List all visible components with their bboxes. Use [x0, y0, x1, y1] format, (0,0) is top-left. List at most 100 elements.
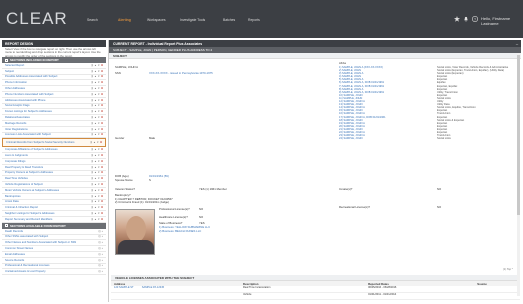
- view-icon[interactable]: (i): [91, 122, 93, 125]
- move-up-icon[interactable]: ▲: [94, 171, 96, 174]
- move-down-icon[interactable]: ▼: [98, 110, 100, 113]
- move-down-icon[interactable]: ▼: [98, 183, 100, 186]
- move-up-icon[interactable]: ▲: [94, 116, 96, 119]
- move-down-icon[interactable]: ▼: [98, 70, 100, 73]
- view-icon[interactable]: (i): [91, 104, 93, 107]
- remove-icon[interactable]: ✖: [101, 154, 103, 157]
- move-up-icon[interactable]: ▲: [94, 122, 96, 125]
- add-section-control[interactable]: (i) +: [98, 230, 103, 233]
- nav-alerting[interactable]: Alerting: [118, 18, 131, 22]
- reorder-controls[interactable]: (i) ▲ ▼ ✖: [91, 104, 103, 107]
- add-icon[interactable]: +: [102, 253, 103, 256]
- move-up-icon[interactable]: ▲: [94, 133, 96, 136]
- help-icon[interactable]: ?: [472, 16, 478, 22]
- move-up-icon[interactable]: ▲: [94, 70, 96, 73]
- view-icon[interactable]: (i): [98, 264, 100, 267]
- add-icon[interactable]: +: [102, 270, 103, 273]
- reorder-controls[interactable]: (i) ▲ ▼ ✖: [91, 171, 103, 174]
- reorder-controls[interactable]: (i) ▲ ▼ ✖: [91, 122, 103, 125]
- reorder-controls[interactable]: (i) ▲ ▼ ✖: [91, 177, 103, 180]
- move-up-icon[interactable]: ▲: [94, 128, 96, 131]
- view-icon[interactable]: (i): [91, 160, 93, 163]
- add-icon[interactable]: +: [102, 247, 103, 250]
- remove-icon[interactable]: ✖: [101, 122, 103, 125]
- reorder-controls[interactable]: (i) ▲ ▼ ✖: [91, 148, 103, 151]
- view-icon[interactable]: (i): [91, 133, 93, 136]
- view-icon[interactable]: (i): [91, 171, 93, 174]
- remove-icon[interactable]: ✖: [101, 116, 103, 119]
- remove-icon[interactable]: ✖: [101, 70, 103, 73]
- add-section-control[interactable]: (i) +: [98, 253, 103, 256]
- available-section-item[interactable]: Unclaimed Assets & Lost Property (i) +: [2, 269, 106, 276]
- view-icon[interactable]: (i): [91, 99, 93, 102]
- remove-icon[interactable]: ✖: [101, 104, 103, 107]
- nav-investigate-tools[interactable]: Investigate Tools: [180, 18, 205, 22]
- reorder-controls[interactable]: (i) ▲ ▼ ✖: [91, 116, 103, 119]
- move-down-icon[interactable]: ▼: [98, 206, 100, 209]
- view-icon[interactable]: (i): [98, 247, 100, 250]
- reorder-controls[interactable]: (i) ▲ ▼ ✖: [91, 64, 103, 67]
- view-icon[interactable]: (i): [91, 177, 93, 180]
- reorder-controls[interactable]: (i) ▲ ▼ ✖: [90, 141, 102, 144]
- remove-icon[interactable]: ✖: [101, 189, 103, 192]
- move-down-icon[interactable]: ▼: [98, 177, 100, 180]
- star-icon[interactable]: [454, 16, 460, 22]
- move-up-icon[interactable]: ▲: [94, 212, 96, 215]
- view-icon[interactable]: (i): [91, 212, 93, 215]
- move-up-icon[interactable]: ▲: [94, 166, 96, 169]
- view-icon[interactable]: (i): [91, 70, 93, 73]
- view-icon[interactable]: (i): [91, 128, 93, 131]
- reorder-controls[interactable]: (i) ▲ ▼ ✖: [91, 75, 103, 78]
- remove-icon[interactable]: ✖: [101, 195, 103, 198]
- add-section-control[interactable]: (i) +: [98, 270, 103, 273]
- reorder-controls[interactable]: (i) ▲ ▼ ✖: [91, 154, 103, 157]
- move-up-icon[interactable]: ▲: [94, 75, 96, 78]
- reorder-controls[interactable]: (i) ▲ ▼ ✖: [91, 128, 103, 131]
- reorder-controls[interactable]: (i) ▲ ▼ ✖: [91, 212, 103, 215]
- move-up-icon[interactable]: ▲: [94, 110, 96, 113]
- move-down-icon[interactable]: ▼: [98, 116, 100, 119]
- move-up-icon[interactable]: ▲: [94, 189, 96, 192]
- business-line-2[interactable]: 2) Business: BEACH DUNES LLC: [159, 229, 201, 233]
- main-scrollbar[interactable]: [517, 53, 520, 296]
- move-down-icon[interactable]: ▼: [98, 93, 100, 96]
- remove-icon[interactable]: ✖: [101, 160, 103, 163]
- remove-icon[interactable]: ✖: [101, 64, 103, 67]
- remove-icon[interactable]: ✖: [101, 93, 103, 96]
- remove-icon[interactable]: ✖: [101, 166, 103, 169]
- nav-workspaces[interactable]: Workspaces: [147, 18, 166, 22]
- clear-logo[interactable]: CLEAR: [6, 9, 68, 29]
- view-icon[interactable]: (i): [91, 64, 93, 67]
- move-down-icon[interactable]: ▼: [98, 75, 100, 78]
- move-down-icon[interactable]: ▼: [98, 200, 100, 203]
- remove-icon[interactable]: ✖: [101, 110, 103, 113]
- move-down-icon[interactable]: ▼: [98, 154, 100, 157]
- add-icon[interactable]: +: [102, 259, 103, 262]
- collapse-icon[interactable]: –: [515, 41, 519, 46]
- add-icon[interactable]: +: [102, 264, 103, 267]
- reorder-controls[interactable]: (i) ▲ ▼ ✖: [91, 70, 103, 73]
- add-section-control[interactable]: (i) +: [98, 235, 103, 238]
- move-down-icon[interactable]: ▼: [97, 141, 99, 144]
- add-section-control[interactable]: (i) +: [98, 259, 103, 262]
- remove-icon[interactable]: ✖: [101, 183, 103, 186]
- view-icon[interactable]: (i): [91, 166, 93, 169]
- table-cell[interactable]: 123 SAMPLE ST: [114, 286, 142, 291]
- move-up-icon[interactable]: ▲: [94, 99, 96, 102]
- reorder-controls[interactable]: (i) ▲ ▼ ✖: [91, 189, 103, 192]
- view-icon[interactable]: (i): [98, 230, 100, 233]
- move-down-icon[interactable]: ▼: [98, 148, 100, 151]
- move-down-icon[interactable]: ▼: [98, 166, 100, 169]
- reorder-controls[interactable]: (i) ▲ ▼ ✖: [91, 218, 103, 221]
- move-up-icon[interactable]: ▲: [94, 206, 96, 209]
- view-icon[interactable]: (i): [91, 75, 93, 78]
- user-greeting[interactable]: Hello, Firstname Lastname: [481, 16, 523, 26]
- reorder-controls[interactable]: (i) ▲ ▼ ✖: [91, 206, 103, 209]
- view-icon[interactable]: (i): [91, 200, 93, 203]
- view-icon[interactable]: (i): [91, 93, 93, 96]
- view-icon[interactable]: (i): [91, 183, 93, 186]
- view-icon[interactable]: (i): [98, 253, 100, 256]
- move-down-icon[interactable]: ▼: [98, 104, 100, 107]
- reorder-controls[interactable]: (i) ▲ ▼ ✖: [91, 81, 103, 84]
- nav-search[interactable]: Search: [87, 18, 98, 22]
